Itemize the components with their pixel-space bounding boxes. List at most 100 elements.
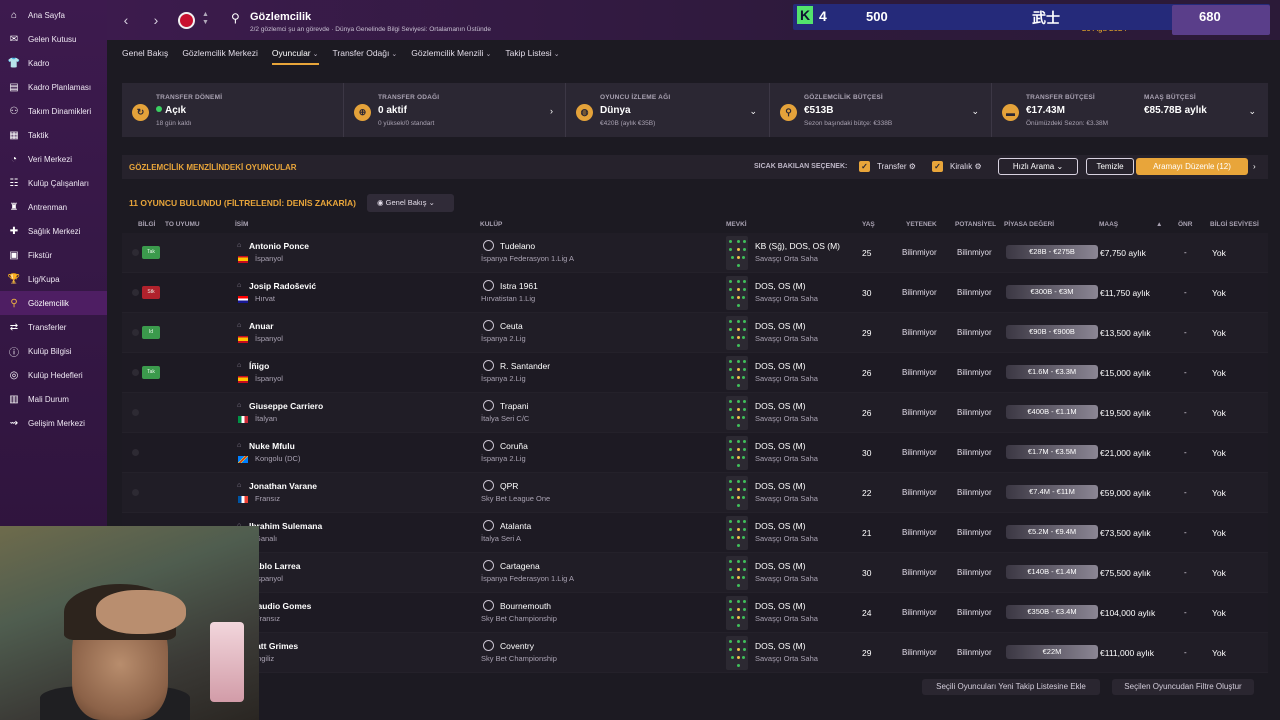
budget-card[interactable]: ▬ TRANSFER BÜTÇESİ €17.43M Önümüzdeki Se… <box>992 83 1268 137</box>
sidebar-item-14[interactable]: ⓘ Kulüp Bilgisi <box>0 339 107 363</box>
sidebar-item-6[interactable]: ◔ Veri Merkezi <box>0 147 107 171</box>
table-row[interactable]: ⌂ Jonathan Varane Fransız QPR Sky Bet League… <box>122 473 1268 513</box>
club-logo[interactable] <box>178 12 195 29</box>
player-name[interactable]: Antonio Ponce <box>249 241 309 251</box>
scout-report-icon[interactable]: ⌂ <box>237 322 241 329</box>
sidebar-item-1[interactable]: ✉ Gelen Kutusu <box>0 27 107 51</box>
scout-report-icon[interactable]: ⌂ <box>237 242 241 249</box>
tab-2[interactable]: Oyuncular ⌄ <box>271 46 319 65</box>
player-league[interactable]: İspanya 2.Lig <box>481 374 526 383</box>
gear-icon[interactable]: ⚙ <box>974 162 981 171</box>
view-selector[interactable]: ◉ Genel Bakış ⌄ <box>367 194 454 212</box>
club-switch-icon[interactable]: ▲ ▼ <box>202 11 209 27</box>
player-league[interactable]: İspanya 2.Lig <box>481 334 526 343</box>
player-name[interactable]: Íñigo <box>249 361 269 371</box>
table-row[interactable]: ⌂Pablo LarreaİspanyolCartagenaİspanya Fe… <box>122 553 1268 593</box>
player-league[interactable]: İspanya Federasyon 1.Lig A <box>481 574 574 583</box>
clear-button[interactable]: Temizle <box>1086 158 1134 175</box>
search-icon[interactable]: ⚲ <box>231 12 243 24</box>
col-potential[interactable]: POTANSİYEL <box>955 221 996 228</box>
sidebar-item-15[interactable]: ◎ Kulüp Hedefleri <box>0 363 107 387</box>
player-name[interactable]: Giuseppe Carriero <box>249 401 323 411</box>
player-name[interactable]: Nuke Mfulu <box>249 441 295 451</box>
col-position[interactable]: MEVKİ <box>726 221 747 228</box>
sidebar-item-10[interactable]: ▣ Fikstür <box>0 243 107 267</box>
player-club[interactable]: Tudelano <box>500 241 535 251</box>
player-league[interactable]: İtalya Seri C/C <box>481 414 529 423</box>
sidebar-item-9[interactable]: ✚ Sağlık Merkezi <box>0 219 107 243</box>
tab-3[interactable]: Transfer Odağı ⌄ <box>333 46 398 65</box>
player-league[interactable]: Sky Bet Championship <box>481 654 557 663</box>
sidebar-item-0[interactable]: ⌂ Ana Sayfa <box>0 3 107 27</box>
player-name[interactable]: Jonathan Varane <box>249 481 317 491</box>
player-club[interactable]: Trapani <box>500 401 529 411</box>
row-select[interactable] <box>132 369 139 376</box>
transfer-focus-card[interactable]: ⊕ TRANSFER ODAĞI 0 aktif 0 yüksek/0 stan… <box>344 83 566 137</box>
tab-0[interactable]: Genel Bakış <box>122 46 168 65</box>
sidebar-item-12[interactable]: ⚲ Gözlemcilik <box>0 291 107 315</box>
col-ability[interactable]: YETENEK <box>906 221 937 228</box>
col-club[interactable]: KULÜP <box>480 221 502 228</box>
tab-5[interactable]: Takip Listesi ⌄ <box>505 46 559 65</box>
quick-search-dropdown[interactable]: Hızlı Arama ⌄ <box>998 158 1078 175</box>
col-fit[interactable]: TO UYUMU <box>165 221 200 228</box>
col-age[interactable]: YAŞ <box>862 221 875 228</box>
table-row[interactable]: Stk ⌂ Josip Radošević Hırvat Istra 1961 Hırva… <box>122 273 1268 313</box>
table-row[interactable]: ⌂ Giuseppe Carriero İtalyan Trapani İtalya S… <box>122 393 1268 433</box>
col-name[interactable]: İSİM <box>235 221 248 228</box>
sidebar-item-7[interactable]: ☷ Kulüp Çalışanları <box>0 171 107 195</box>
player-club[interactable]: Atalanta <box>500 521 531 531</box>
scouting-budget-card[interactable]: ⚲ GÖZLEMCİLİK BÜTÇESİ €513B Sezon başınd… <box>770 83 992 137</box>
row-select[interactable] <box>132 289 139 296</box>
transfer-checkbox[interactable]: ✓ <box>859 161 870 172</box>
gear-icon[interactable]: ⚙ <box>909 162 916 171</box>
col-info[interactable]: BİLGİ <box>138 221 155 228</box>
back-arrow-icon[interactable]: ‹ <box>119 12 133 28</box>
scout-report-icon[interactable]: ⌂ <box>237 282 241 289</box>
scouting-network-card[interactable]: ◍ OYUNCU İZLEME AĞI Dünya €420B (aylık €… <box>566 83 770 137</box>
player-name[interactable]: Anuar <box>249 321 274 331</box>
tab-4[interactable]: Gözlemcilik Menzili ⌄ <box>411 46 491 65</box>
sidebar-item-8[interactable]: ♜ Antrenman <box>0 195 107 219</box>
forward-arrow-icon[interactable]: › <box>149 12 163 28</box>
player-league[interactable]: İspanya 2.Lig <box>481 454 526 463</box>
player-league[interactable]: Sky Bet Championship <box>481 614 557 623</box>
sidebar-item-17[interactable]: ⇝ Gelişim Merkezi <box>0 411 107 435</box>
scout-report-icon[interactable]: ⌂ <box>237 402 241 409</box>
row-select[interactable] <box>132 329 139 336</box>
scout-report-icon[interactable]: ⌂ <box>237 362 241 369</box>
loan-checkbox[interactable]: ✓ <box>932 161 943 172</box>
player-club[interactable]: Ceuta <box>500 321 523 331</box>
create-filter-button[interactable]: Seçilen Oyuncudan Filtre Oluştur <box>1112 679 1254 695</box>
sidebar-item-16[interactable]: ▥ Mali Durum <box>0 387 107 411</box>
row-select[interactable] <box>132 489 139 496</box>
player-club[interactable]: QPR <box>500 481 518 491</box>
table-row[interactable]: ⌂Claudio GomesFransızBournemouthSky Bet … <box>122 593 1268 633</box>
col-wage[interactable]: MAAŞ <box>1099 221 1118 228</box>
player-club[interactable]: Cartagena <box>500 561 540 571</box>
player-league[interactable]: Hırvatistan 1.Lig <box>481 294 535 303</box>
table-row[interactable]: ⌂Matt GrimesİngilizCoventrySky Bet Champ… <box>122 633 1268 673</box>
player-league[interactable]: İspanya Federasyon 1.Lig A <box>481 254 574 263</box>
table-row[interactable]: ⌂Ibrahim SulemanaGanalıAtalantaİtalya Se… <box>122 513 1268 553</box>
row-select[interactable] <box>132 249 139 256</box>
scout-report-icon[interactable]: ⌂ <box>237 442 241 449</box>
add-to-watchlist-button[interactable]: Seçili Oyuncuları Yeni Takip Listesine E… <box>922 679 1100 695</box>
row-select[interactable] <box>132 409 139 416</box>
col-pref[interactable]: ÖNR <box>1178 221 1192 228</box>
edit-search-button[interactable]: Aramayı Düzenle (12) <box>1136 158 1248 175</box>
sidebar-item-13[interactable]: ⇄ Transferler <box>0 315 107 339</box>
table-row[interactable]: Tak ⌂ Íñigo İspanyol R. Santander İspanya 2.L… <box>122 353 1268 393</box>
sidebar-item-4[interactable]: ⚇ Takım Dinamikleri <box>0 99 107 123</box>
player-club[interactable]: Bournemouth <box>500 601 551 611</box>
col-knowledge[interactable]: BİLGİ SEVİYESİ <box>1210 221 1259 228</box>
player-league[interactable]: Sky Bet League One <box>481 494 550 503</box>
sidebar-item-2[interactable]: 👕 Kadro <box>0 51 107 75</box>
row-select[interactable] <box>132 449 139 456</box>
player-league[interactable]: İtalya Seri A <box>481 534 521 543</box>
player-club[interactable]: R. Santander <box>500 361 550 371</box>
player-club[interactable]: Coruña <box>500 441 528 451</box>
table-row[interactable]: Id ⌂ Anuar İspanyol Ceuta İspanya 2.Lig DOS, O… <box>122 313 1268 353</box>
table-row[interactable]: Tak ⌂ Antonio Ponce İspanyol Tudelano İspanya… <box>122 233 1268 273</box>
player-club[interactable]: Istra 1961 <box>500 281 538 291</box>
